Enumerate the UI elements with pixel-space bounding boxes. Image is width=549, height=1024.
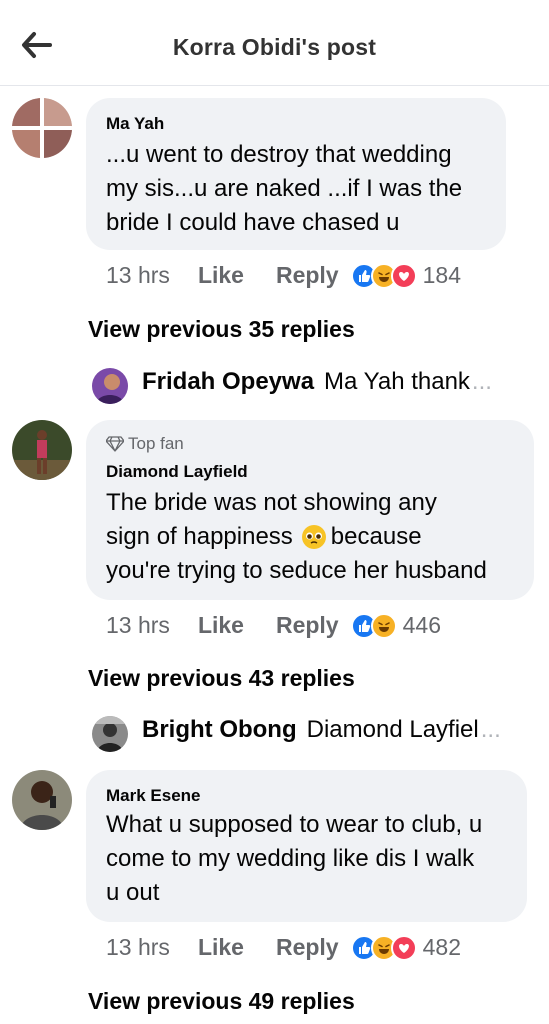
comment-line: bride I could have chased u <box>106 209 400 236</box>
ellipsis: ... <box>471 368 492 395</box>
comment-line: ...u went to destroy that wedding <box>106 141 452 168</box>
comment-line: my sis...u are naked ...if I was the <box>106 175 463 202</box>
avatar[interactable] <box>12 770 72 830</box>
love-reaction-icon <box>390 934 417 961</box>
comment-text: What u supposed to wear to club, u come … <box>106 808 482 910</box>
reply-button[interactable]: Reply <box>276 612 339 639</box>
reactions-summary[interactable]: 482 <box>350 934 461 961</box>
reply-author[interactable]: Fridah Opeywa <box>142 368 314 396</box>
reaction-count: 184 <box>422 262 461 288</box>
comment-author[interactable]: Mark Esene <box>106 786 201 806</box>
comment-line: What u supposed to wear to club, u <box>106 811 483 838</box>
pleading-face-emoji-icon <box>301 524 327 550</box>
reactions-summary[interactable]: 446 <box>350 612 441 639</box>
like-button[interactable]: Like <box>198 262 244 289</box>
comment-line: u out <box>106 879 160 906</box>
comment-line: The bride was not showing any <box>106 489 437 516</box>
view-previous-replies[interactable]: View previous 43 replies <box>88 665 355 692</box>
comment-actions: 13 hrs Like Reply 184 <box>106 262 461 289</box>
comment-actions: 13 hrs Like Reply 446 <box>106 612 441 639</box>
comment-bubble[interactable]: Mark Esene What u supposed to wear to cl… <box>86 770 527 922</box>
view-previous-replies[interactable]: View previous 35 replies <box>88 316 355 343</box>
page-title: Korra Obidi's post <box>172 34 377 60</box>
comment-author[interactable]: Ma Yah <box>106 114 164 134</box>
top-fan-label: Top fan <box>128 434 184 453</box>
top-fan-badge: Top fan <box>106 434 184 454</box>
like-button[interactable]: Like <box>198 612 244 639</box>
timestamp: 13 hrs <box>106 262 170 288</box>
reply-author[interactable]: Bright Obong <box>142 716 297 744</box>
comment-line-part: sign of happiness <box>106 523 293 550</box>
timestamp: 13 hrs <box>106 934 170 960</box>
timestamp: 13 hrs <box>106 612 170 638</box>
avatar[interactable] <box>12 420 72 480</box>
reply-button[interactable]: Reply <box>276 262 339 289</box>
comment-bubble[interactable]: Ma Yah ...u went to destroy that wedding… <box>86 98 506 250</box>
comment-line: come to my wedding like dis I walk <box>106 845 475 872</box>
comment-text: ...u went to destroy that wedding my sis… <box>106 138 462 240</box>
ellipsis: ... <box>480 716 501 743</box>
comment-line: you're trying to seduce her husband <box>106 557 487 584</box>
comment-bubble[interactable]: Top fan Diamond Layfield The bride was n… <box>86 420 534 600</box>
post-header: Korra Obidi's post <box>0 0 549 86</box>
reaction-count: 446 <box>402 612 441 638</box>
comment-line-part: because <box>330 523 422 550</box>
reply-preview[interactable]: Bright Obong Diamond Layfiel ... <box>92 716 501 752</box>
reply-text: Diamond Layfiel <box>306 716 479 743</box>
reply-button[interactable]: Reply <box>276 934 339 961</box>
love-reaction-icon <box>390 262 417 289</box>
like-button[interactable]: Like <box>198 934 244 961</box>
diamond-icon <box>106 436 124 452</box>
view-previous-replies[interactable]: View previous 49 replies <box>88 988 355 1015</box>
reply-preview[interactable]: Fridah Opeywa Ma Yah thank ... <box>92 368 492 404</box>
comment-text: The bride was not showing any sign of ha… <box>106 486 487 588</box>
comment-line: sign of happiness because <box>106 520 487 554</box>
avatar[interactable] <box>92 368 128 404</box>
avatar[interactable] <box>12 98 72 158</box>
reply-text: Ma Yah thank <box>324 368 470 395</box>
comment-actions: 13 hrs Like Reply 482 <box>106 934 461 961</box>
reactions-summary[interactable]: 184 <box>350 262 461 289</box>
avatar[interactable] <box>92 716 128 752</box>
comment-author[interactable]: Diamond Layfield <box>106 462 248 482</box>
reaction-count: 482 <box>422 934 461 960</box>
haha-reaction-icon <box>370 612 397 639</box>
